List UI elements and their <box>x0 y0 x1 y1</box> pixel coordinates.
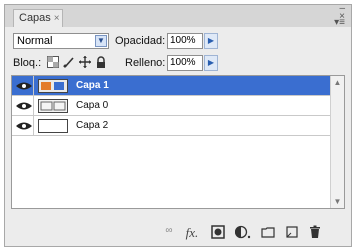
visibility-toggle[interactable] <box>12 76 34 96</box>
visibility-toggle[interactable] <box>12 116 34 136</box>
eye-icon[interactable] <box>15 99 33 113</box>
opacity-label: Opacidad: <box>115 35 166 47</box>
layer-thumbnail <box>38 119 68 133</box>
trash-icon[interactable] <box>308 225 322 239</box>
scroll-up-icon[interactable]: ▲ <box>333 78 342 87</box>
layers-panel: Capas × – × ▾≡ Normal ▼ Opacidad: 100% ▶ … <box>4 4 352 247</box>
scroll-down-icon[interactable]: ▼ <box>333 197 342 206</box>
lock-transparency-icon[interactable] <box>47 56 59 68</box>
fill-label: Relleno: <box>125 57 166 69</box>
lock-brush-icon[interactable] <box>63 56 75 68</box>
layers-scrollbar[interactable]: ▲ ▼ <box>330 76 344 208</box>
lock-all-icon[interactable] <box>95 56 107 68</box>
fill-input[interactable]: 100% <box>167 55 203 71</box>
eye-icon[interactable] <box>15 119 33 133</box>
layer-thumbnail <box>38 99 68 113</box>
lock-label: Bloq.: <box>13 57 42 69</box>
link-icon[interactable]: ∞ <box>161 225 177 239</box>
tab-capas[interactable]: Capas × <box>13 9 63 27</box>
fill-slider-arrow-icon[interactable]: ▶ <box>204 55 218 71</box>
layer-row-capa-0[interactable]: Capa 0 <box>12 96 331 116</box>
visibility-toggle[interactable] <box>12 96 34 116</box>
layer-name: Capa 0 <box>76 100 109 111</box>
opacity-slider-arrow-icon[interactable]: ▶ <box>204 33 218 49</box>
fx-icon[interactable]: fx. <box>182 225 202 240</box>
layer-row-capa-2[interactable]: Capa 2 <box>12 116 331 136</box>
layer-name: Capa 2 <box>76 120 109 131</box>
new-layer-icon[interactable] <box>285 225 299 239</box>
lock-fill-row: Bloq.: Relleno: 100% ▶ <box>13 55 345 71</box>
layer-row-capa-1[interactable]: Capa 1 <box>12 76 331 96</box>
layers-list: Capa 1 Capa 0 Capa 2 ▲ ▼ <box>11 75 345 209</box>
lock-move-icon[interactable] <box>79 56 91 68</box>
layer-thumbnail <box>38 79 68 93</box>
opacity-input[interactable]: 100% <box>167 33 203 49</box>
layers-bottom-toolbar: ∞ fx. <box>5 223 351 243</box>
group-icon[interactable] <box>261 225 275 239</box>
chevron-down-icon[interactable]: ▼ <box>95 35 107 47</box>
blend-mode-select[interactable]: Normal ▼ <box>13 33 109 49</box>
mask-icon[interactable] <box>211 225 225 239</box>
tab-label: Capas <box>19 12 51 24</box>
tab-close-icon[interactable]: × <box>54 13 60 24</box>
opacity-value: 100% <box>170 35 196 46</box>
panel-titlebar: Capas × – × ▾≡ <box>5 4 351 28</box>
blend-opacity-row: Normal ▼ Opacidad: 100% ▶ <box>13 33 345 49</box>
blend-mode-value: Normal <box>17 35 53 47</box>
panel-body: Normal ▼ Opacidad: 100% ▶ Bloq.: Relleno… <box>5 27 351 246</box>
eye-icon[interactable] <box>15 79 33 93</box>
adjustment-icon[interactable] <box>235 225 251 239</box>
layer-name: Capa 1 <box>76 80 109 91</box>
fill-value: 100% <box>170 57 196 68</box>
